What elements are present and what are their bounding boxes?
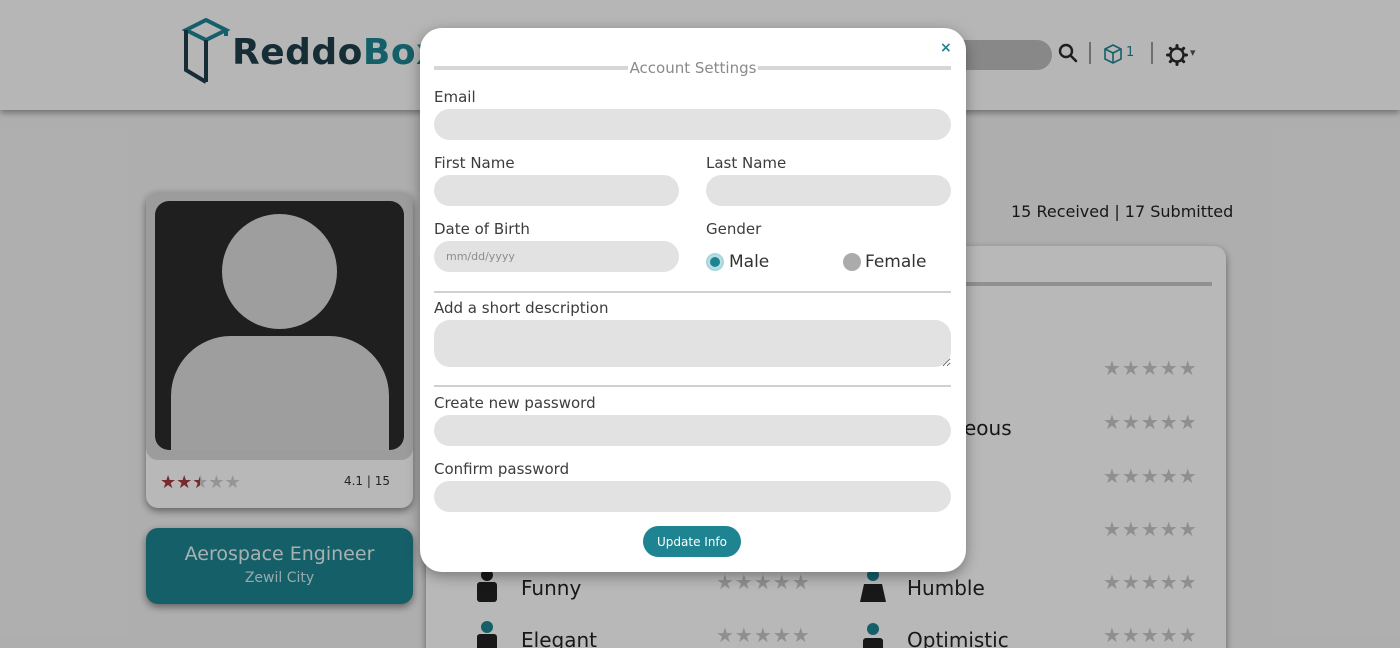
title-rule	[434, 66, 628, 70]
last-name-field[interactable]	[706, 175, 951, 206]
description-label: Add a short description	[434, 299, 609, 317]
account-settings-modal: × Account Settings Email First Name Last…	[420, 28, 966, 572]
email-label: Email	[434, 88, 476, 106]
last-name-label: Last Name	[706, 154, 787, 172]
description-field[interactable]	[434, 320, 951, 367]
new-password-field[interactable]	[434, 415, 951, 446]
first-name-field[interactable]	[434, 175, 679, 206]
gender-male-label[interactable]: Male	[729, 252, 769, 272]
divider	[434, 385, 951, 387]
confirm-password-field[interactable]	[434, 481, 951, 512]
title-rule	[758, 66, 951, 70]
modal-title: Account Settings	[629, 59, 757, 77]
new-password-label: Create new password	[434, 394, 596, 412]
dob-field[interactable]	[434, 241, 679, 272]
update-info-button[interactable]: Update Info	[643, 526, 741, 557]
confirm-password-label: Confirm password	[434, 460, 570, 478]
close-icon[interactable]: ×	[940, 40, 952, 56]
gender-female-radio[interactable]	[843, 253, 861, 271]
gender-female-label[interactable]: Female	[865, 252, 926, 272]
dob-label: Date of Birth	[434, 220, 530, 238]
divider	[434, 291, 951, 293]
first-name-label: First Name	[434, 154, 515, 172]
email-field[interactable]	[434, 109, 951, 140]
gender-male-radio[interactable]	[706, 253, 724, 271]
gender-label: Gender	[706, 220, 762, 238]
